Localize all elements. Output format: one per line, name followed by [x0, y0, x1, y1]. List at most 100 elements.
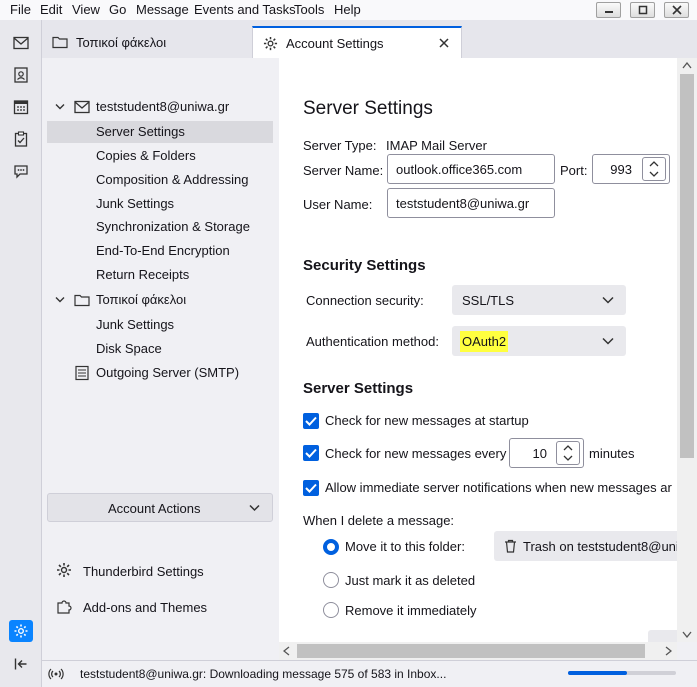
calendar-button[interactable]	[9, 96, 33, 118]
tree-item-e2e[interactable]: End-To-End Encryption	[47, 240, 273, 262]
connection-security-select[interactable]: SSL/TLS	[452, 285, 626, 315]
tab-account-settings[interactable]: Account Settings	[252, 26, 462, 58]
tree-item-label: End-To-End Encryption	[96, 243, 230, 258]
chevron-up-icon	[563, 445, 573, 451]
port-spinner[interactable]	[642, 157, 666, 181]
status-bar: teststudent8@uniwa.gr: Downloading messa…	[42, 660, 697, 687]
check-every-label: Check for new messages every	[325, 446, 507, 461]
tree-local-folders[interactable]: Τοπικοί φάκελοι	[47, 289, 273, 311]
menu-go[interactable]: Go	[109, 2, 126, 17]
horizontal-scroll-thumb[interactable]	[297, 644, 645, 658]
trash-folder-select[interactable]: Trash on teststudent8@uniw	[494, 531, 677, 561]
server-type-value: IMAP Mail Server	[386, 138, 487, 153]
minutes-value: 10	[532, 445, 547, 461]
mark-deleted-radio[interactable]	[323, 572, 339, 588]
chat-button[interactable]	[9, 160, 33, 182]
online-status-icon[interactable]	[48, 667, 64, 681]
idle-checkbox[interactable]	[303, 480, 319, 496]
horizontal-scrollbar[interactable]	[279, 642, 677, 660]
thunderbird-settings-link[interactable]: Thunderbird Settings	[56, 561, 256, 581]
address-book-button[interactable]	[9, 64, 33, 86]
scroll-down-arrow-icon[interactable]	[682, 631, 692, 638]
check-every-checkbox[interactable]	[303, 445, 319, 461]
menu-view[interactable]: View	[72, 2, 100, 17]
auth-method-select[interactable]: OAuth2	[452, 326, 626, 356]
menu-file[interactable]: File	[10, 2, 31, 17]
tasks-icon	[14, 131, 28, 147]
user-name-label: User Name:	[303, 197, 373, 212]
port-field[interactable]: 993	[592, 154, 670, 184]
check-startup-checkbox[interactable]	[303, 413, 319, 429]
minutes-spinner[interactable]	[556, 441, 580, 465]
mail-space-button[interactable]	[9, 32, 33, 54]
chevron-down-icon	[602, 337, 614, 345]
maximize-button[interactable]	[630, 2, 655, 18]
auth-method-label: Authentication method:	[306, 334, 439, 349]
user-name-field[interactable]: teststudent8@uniwa.gr	[387, 188, 555, 218]
collapse-left-icon	[14, 658, 27, 670]
scroll-left-arrow-icon[interactable]	[283, 646, 290, 656]
folder-icon	[74, 294, 90, 307]
account-actions-label: Account Actions	[108, 501, 201, 516]
vertical-scrollbar[interactable]	[677, 58, 697, 642]
chevron-up-icon	[649, 161, 659, 167]
tree-item-local-junk[interactable]: Junk Settings	[47, 314, 273, 336]
move-to-folder-label: Move it to this folder:	[345, 539, 465, 554]
settings-content: Server Settings Server Type: IMAP Mail S…	[279, 58, 677, 642]
user-name-value: teststudent8@uniwa.gr	[396, 195, 530, 211]
tree-item-server-settings[interactable]: Server Settings	[47, 121, 273, 143]
server-type-label: Server Type:	[303, 138, 377, 153]
menu-message[interactable]: Message	[136, 2, 189, 17]
trash-folder-value: Trash on teststudent8@uniw	[523, 538, 677, 554]
tree-item-label: Copies & Folders	[96, 148, 196, 163]
settings-space-button[interactable]	[9, 620, 33, 642]
connection-security-value: SSL/TLS	[462, 292, 515, 308]
menu-events-and-tasks[interactable]: Events and Tasks	[194, 2, 296, 17]
tab-local-folders[interactable]: Τοπικοί φάκελοι	[42, 26, 252, 58]
tree-item-label: Server Settings	[96, 124, 185, 139]
account-label: teststudent8@uniwa.gr	[96, 99, 230, 114]
tree-item-receipts[interactable]: Return Receipts	[47, 264, 273, 286]
download-progress-bar	[568, 671, 676, 675]
spaces-toolbar	[0, 20, 42, 687]
tree-outgoing-server[interactable]: Outgoing Server (SMTP)	[47, 362, 273, 384]
move-to-folder-radio[interactable]	[323, 539, 339, 555]
close-window-button[interactable]	[664, 2, 689, 18]
chevron-down-icon	[249, 504, 260, 512]
mail-account-icon	[74, 100, 90, 114]
close-tab-button[interactable]	[439, 36, 449, 51]
tree-item-label: Composition & Addressing	[96, 172, 249, 187]
account-actions-button[interactable]: Account Actions	[47, 493, 273, 522]
tree-item-disk-space[interactable]: Disk Space	[47, 338, 273, 360]
tree-item-copies-folders[interactable]: Copies & Folders	[47, 145, 273, 167]
menu-tools[interactable]: Tools	[294, 2, 324, 17]
tree-account[interactable]: teststudent8@uniwa.gr	[47, 96, 273, 118]
remove-immediately-label: Remove it immediately	[345, 603, 477, 618]
tree-item-sync[interactable]: Synchronization & Storage	[47, 216, 273, 238]
minimize-icon	[604, 11, 613, 13]
remove-immediately-radio[interactable]	[323, 602, 339, 618]
addons-link[interactable]: Add-ons and Themes	[56, 597, 256, 617]
menu-help[interactable]: Help	[334, 2, 361, 17]
tree-item-composition[interactable]: Composition & Addressing	[47, 169, 273, 191]
tasks-button[interactable]	[9, 128, 33, 150]
tree-item-label: Synchronization & Storage	[96, 219, 250, 234]
tree-item-junk[interactable]: Junk Settings	[47, 193, 273, 215]
scroll-right-arrow-icon[interactable]	[665, 646, 672, 656]
minimize-button[interactable]	[596, 2, 621, 18]
vertical-scroll-thumb[interactable]	[680, 74, 694, 458]
server-name-field[interactable]: outlook.office365.com	[387, 154, 555, 184]
maximize-icon	[638, 5, 647, 15]
scroll-up-arrow-icon[interactable]	[682, 62, 692, 69]
port-value: 993	[610, 161, 632, 177]
close-icon	[439, 38, 449, 48]
minutes-field[interactable]: 10	[509, 438, 584, 468]
advanced-button[interactable]	[648, 630, 677, 642]
chevron-down-icon	[563, 455, 573, 461]
menu-edit[interactable]: Edit	[40, 2, 62, 17]
collapse-spaces-button[interactable]	[9, 653, 33, 675]
mark-deleted-label: Just mark it as deleted	[345, 573, 476, 588]
folder-icon	[52, 36, 68, 49]
chevron-down-icon	[649, 171, 659, 177]
mail-icon	[13, 36, 29, 50]
